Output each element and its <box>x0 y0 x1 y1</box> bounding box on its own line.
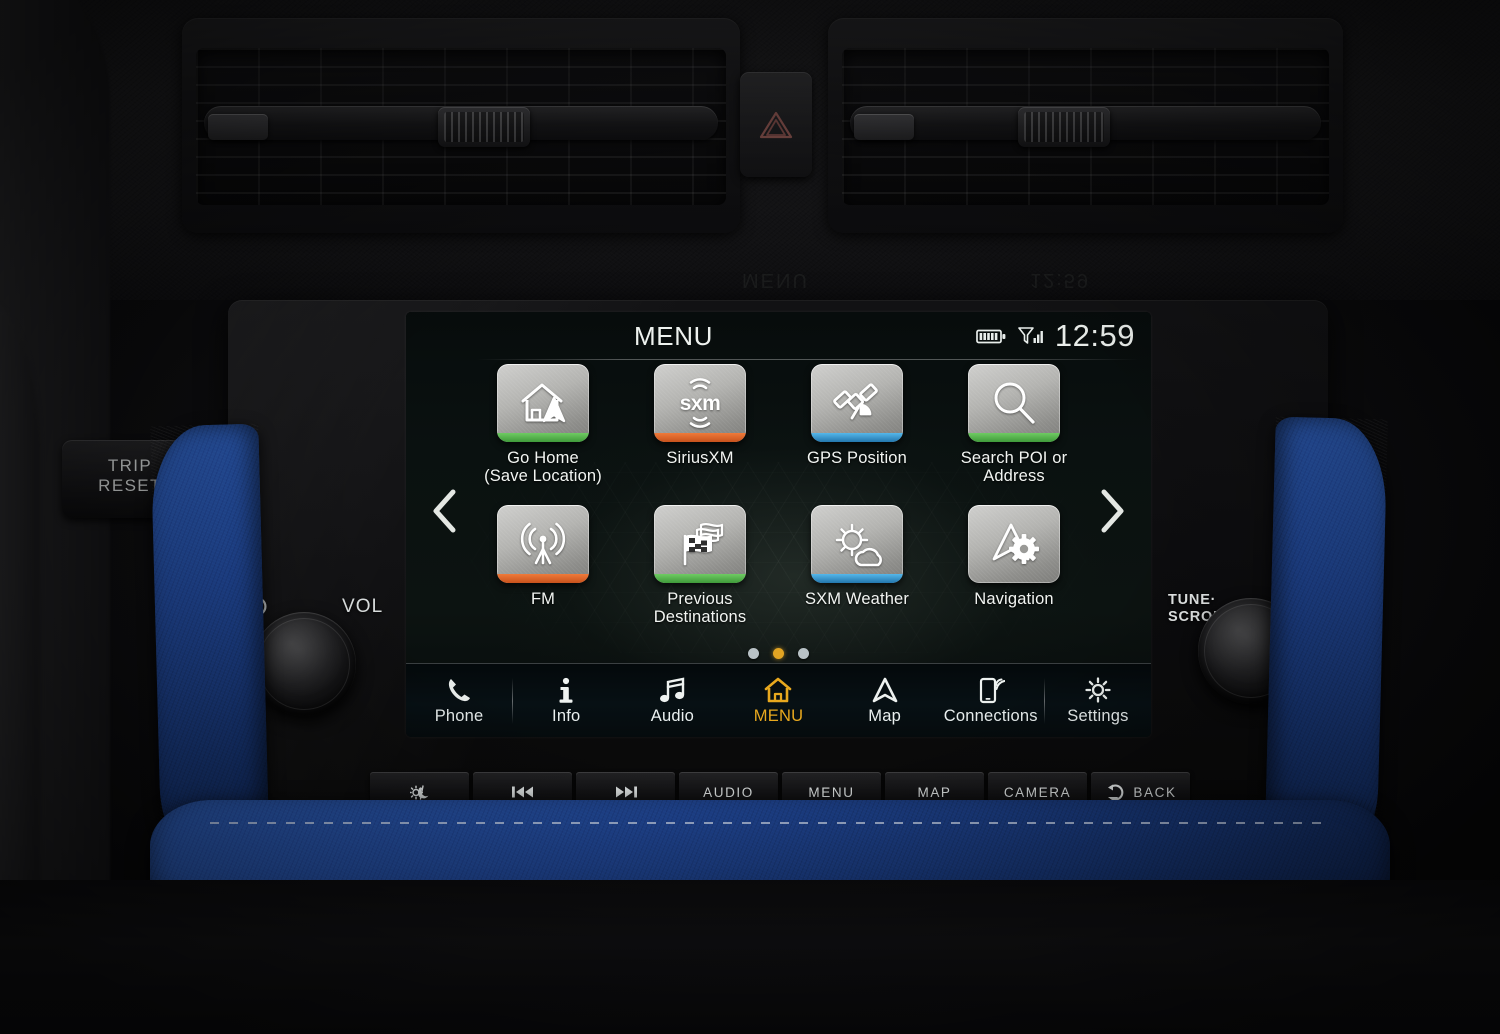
page-dot-2[interactable] <box>773 648 784 659</box>
volume-knob[interactable] <box>252 612 356 716</box>
next-track-icon <box>615 786 637 798</box>
hazard-triangle-icon <box>759 111 793 138</box>
reflection-clock: 12:59 <box>1030 269 1091 291</box>
chevron-left-icon[interactable] <box>428 488 462 534</box>
nav-label: Settings <box>1067 706 1129 725</box>
tile-gps-position[interactable]: GPS Position <box>782 364 932 505</box>
tile-previous-destinations[interactable]: Previous Destinations <box>625 504 775 646</box>
tile-go-home[interactable]: Go Home (Save Location) <box>468 364 618 505</box>
navigation-gear-icon <box>992 523 1039 564</box>
tile-siriusxm[interactable]: sxm SiriusXM <box>625 364 775 505</box>
tile-strip <box>968 433 1060 442</box>
nav-item-phone[interactable]: Phone <box>406 664 512 737</box>
battery-icon <box>976 329 1006 343</box>
info-icon <box>559 677 573 703</box>
phone-link-icon <box>979 677 1005 703</box>
vent-left-thumbwheel[interactable] <box>438 106 530 147</box>
home-location-icon <box>521 383 566 423</box>
vent-right-thumbwheel[interactable] <box>1018 106 1110 147</box>
menu-row-2: FM Previous Destinations SXM Weather Nav… <box>468 504 1089 646</box>
chevron-right-icon[interactable] <box>1095 488 1129 534</box>
satellite-icon <box>833 383 878 420</box>
nav-label: Audio <box>650 706 694 725</box>
tile-strip <box>968 574 1060 583</box>
home-icon <box>765 677 792 702</box>
tile-label: SXM Weather <box>804 589 910 608</box>
tile-label: Previous Destinations <box>653 589 747 626</box>
tile-fm[interactable]: FM <box>468 504 618 646</box>
climate-console: 75 <box>0 880 1500 1034</box>
tile-label: GPS Position <box>807 449 907 467</box>
tile-navigation-surface[interactable] <box>968 504 1060 583</box>
nav-item-info[interactable]: Info <box>513 664 619 737</box>
nav-item-map[interactable]: Map <box>832 664 938 737</box>
prev-track-icon <box>511 786 533 798</box>
sxm-logo-icon: sxm <box>680 378 721 428</box>
page-dot-1[interactable] <box>748 648 759 659</box>
center-stack: MENU 12:59 Go Home (Save Location) sxm S… <box>228 300 1328 815</box>
nav-item-menu[interactable]: MENU <box>725 664 831 737</box>
air-vent-left[interactable] <box>182 18 740 233</box>
status-bar: MENU 12:59 <box>406 312 1151 360</box>
tile-label: FM <box>530 589 556 608</box>
nav-label: MENU <box>753 706 804 725</box>
day-night-icon <box>410 784 429 800</box>
tile-label: Navigation <box>974 589 1054 608</box>
status-indicators: 12:59 <box>976 318 1135 354</box>
tile-gps-position-surface[interactable] <box>811 364 903 442</box>
vent-right-inner <box>842 48 1329 205</box>
tile-search-poi-surface[interactable] <box>968 364 1060 442</box>
tile-previous-destinations-surface[interactable] <box>654 504 746 583</box>
tile-strip <box>497 573 589 583</box>
navigation-arrow-icon <box>872 677 897 702</box>
back-arrow-icon <box>1108 783 1124 801</box>
page-indicator <box>406 648 1151 659</box>
clock: 12:59 <box>1054 318 1135 353</box>
music-note-icon <box>660 677 685 702</box>
nav-label: Info <box>552 706 581 725</box>
back-button-label: BACK <box>1133 784 1177 800</box>
hazard-light-button[interactable] <box>740 72 812 177</box>
vent-left-inner <box>196 48 726 205</box>
infotainment-screen[interactable]: MENU 12:59 Go Home (Save Location) sxm S… <box>406 312 1151 737</box>
tile-search-poi[interactable]: Search POI or Address <box>939 364 1089 505</box>
sun-cloud-icon <box>835 523 882 566</box>
tile-strip <box>654 573 746 583</box>
air-vent-right[interactable] <box>828 18 1343 233</box>
tile-navigation[interactable]: Navigation <box>939 504 1089 646</box>
signal-icon <box>1018 326 1043 344</box>
bottom-navigation: Phone Info Audio MENU Map Connections Se… <box>406 663 1151 737</box>
nav-label: Connections <box>943 706 1038 725</box>
phone-icon <box>448 678 471 701</box>
radio-tower-icon <box>520 522 566 564</box>
tile-strip <box>497 433 589 442</box>
nav-item-audio[interactable]: Audio <box>619 664 725 737</box>
checkered-flags-icon <box>683 522 724 565</box>
menu-row-1: Go Home (Save Location) sxm SiriusXM GPS… <box>468 364 1089 505</box>
stitching-top <box>210 822 1330 824</box>
magnifier-icon <box>994 382 1035 424</box>
tile-strip <box>811 573 903 583</box>
tile-strip <box>654 433 746 442</box>
reflection-menu: MENU <box>742 269 809 291</box>
volume-knob-label: VOL <box>342 596 384 617</box>
tile-strip <box>811 433 903 442</box>
tile-go-home-surface[interactable] <box>497 364 589 442</box>
tile-label: Go Home (Save Location) <box>484 449 602 486</box>
nav-item-settings[interactable]: Settings <box>1045 664 1151 737</box>
tile-fm-surface[interactable] <box>497 504 589 583</box>
page-dot-3[interactable] <box>798 648 809 659</box>
tile-sxm-weather-surface[interactable] <box>811 504 903 583</box>
tile-siriusxm-surface[interactable]: sxm <box>654 364 746 442</box>
nav-label: Map <box>868 706 901 725</box>
tile-sxm-weather[interactable]: SXM Weather <box>782 504 932 646</box>
nav-label: Phone <box>434 706 484 725</box>
menu-grid: Go Home (Save Location) sxm SiriusXM GPS… <box>468 364 1089 645</box>
gear-icon <box>1085 676 1111 703</box>
vehicle-dashboard: TRIP RESET MENU 12:59 MENU 12:59 Go Home… <box>0 0 1500 1034</box>
tile-label: Search POI or Address <box>960 449 1068 486</box>
tile-label: SiriusXM <box>666 449 734 467</box>
svg-text:sxm: sxm <box>680 392 721 415</box>
nav-item-connections[interactable]: Connections <box>938 664 1044 737</box>
